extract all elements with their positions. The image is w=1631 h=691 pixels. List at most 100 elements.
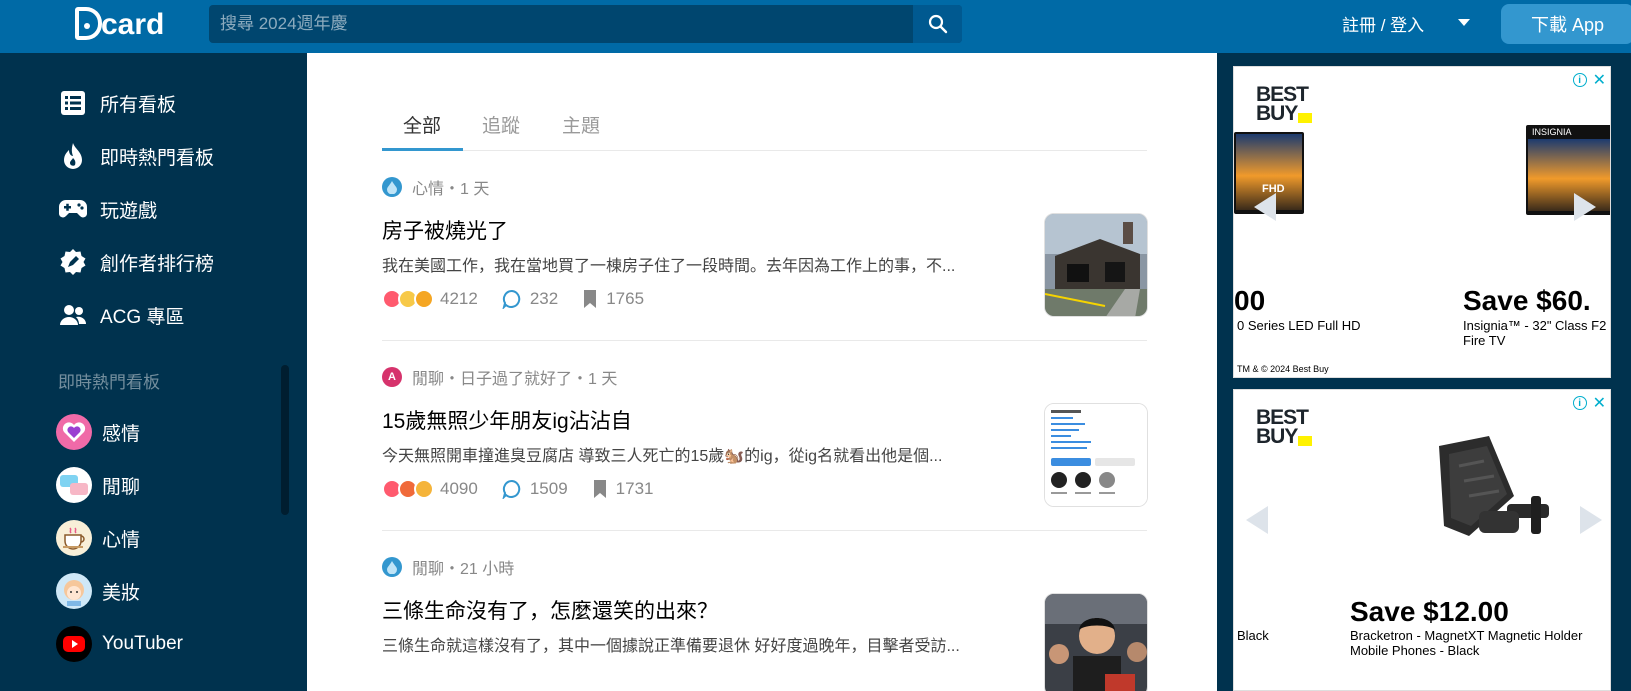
coffee-forum-icon	[56, 520, 92, 556]
save-count-value: 1765	[606, 289, 645, 308]
ad-desc-right-line2: Fire TV	[1463, 333, 1506, 348]
sidebar-item-label: 即時熱門看板	[100, 147, 215, 169]
ad-footer: TM & © 2024 Best Buy	[1237, 364, 1329, 374]
wow-reaction-icon	[414, 289, 434, 309]
post-title[interactable]: 三條生命沒有了，怎麼還笑的出來？	[382, 595, 718, 625]
comment-count-value: 232	[529, 289, 559, 308]
save-count[interactable]: 1765	[582, 289, 644, 309]
price-tag-icon	[1298, 113, 1313, 123]
post-thumbnail[interactable]	[1044, 593, 1148, 691]
girl-forum-icon	[56, 573, 92, 609]
ad-banner-tv[interactable]: BEST BUY i ✕ FHD INSIGNIA 00 0 Series LE…	[1233, 66, 1611, 378]
carousel-next-arrow[interactable]	[1574, 193, 1596, 221]
ad-info-icon[interactable]: i	[1572, 73, 1587, 87]
post-meta: 閒聊・21 小時	[382, 555, 514, 579]
flame-icon	[58, 141, 88, 171]
ad-controls: i ✕	[1572, 70, 1606, 90]
comment-icon	[502, 289, 521, 309]
download-app-button[interactable]: 下載 App	[1501, 4, 1631, 44]
ad-price-right: Save $60.	[1463, 285, 1591, 316]
sidebar-item-all-boards[interactable]: 所有看板	[58, 85, 176, 121]
post-meta: 心情・1 天	[382, 175, 489, 199]
sidebar-item-label: 玩遊戲	[100, 200, 158, 222]
search-icon	[928, 14, 947, 34]
brand-line2: BUY	[1256, 425, 1298, 448]
reaction-icons	[382, 289, 434, 309]
post-thumbnail[interactable]	[1044, 213, 1148, 317]
best-buy-logo: BEST BUY	[1256, 84, 1314, 125]
post-excerpt: 三條生命就這樣沒有了，其中一個據說正準備要退休 好好度過晚年，目擊者受訪...	[382, 638, 960, 655]
comment-count[interactable]: 1509	[502, 479, 568, 499]
sidebar-item-label: ACG 專區	[100, 306, 185, 328]
carousel-prev-arrow[interactable]	[1254, 193, 1276, 221]
sad-reaction-icon	[414, 479, 434, 499]
post-card[interactable]: A 閒聊・日子過了就好了・1 天 15歲無照少年朋友ig沾沾自 今天無照開車撞進…	[382, 341, 1148, 531]
drop-icon	[382, 177, 402, 197]
sidebar-forum-youtuber[interactable]: YouTuber	[56, 625, 183, 663]
sidebar-forum-makeup[interactable]: 美妝	[56, 572, 140, 610]
pen-badge-icon	[58, 247, 88, 277]
brand-line2: BUY	[1256, 102, 1298, 125]
sidebar-item-acg[interactable]: ACG 專區	[58, 297, 184, 333]
section-title-hot-boards: 即時熱門看板	[58, 373, 160, 392]
ad-price-left: 00	[1234, 285, 1266, 316]
top-bar: card 註冊 / 登入 下載 App	[0, 0, 1631, 53]
bookmark-icon	[593, 480, 606, 498]
save-count[interactable]: 1731	[592, 479, 654, 499]
sidebar-item-games[interactable]: 玩遊戲	[58, 191, 157, 227]
save-count-value: 1731	[615, 479, 654, 498]
comment-count-value: 1509	[529, 479, 568, 498]
gamepad-icon	[58, 194, 88, 224]
login-register-link[interactable]: 註冊 / 登入	[1342, 11, 1424, 36]
post-title[interactable]: 15歲無照少年朋友ig沾沾自	[382, 405, 632, 435]
sidebar-item-label: 所有看板	[100, 94, 177, 116]
bookmark-icon	[584, 290, 597, 308]
ad-banner-phone-holder[interactable]: BEST BUY i ✕ Save $12.00 Black Bracketro…	[1233, 389, 1611, 691]
reaction-count-value: 4212	[440, 289, 478, 308]
chevron-down-icon[interactable]	[1458, 19, 1470, 26]
post-card[interactable]: 心情・1 天 房子被燒光了 我在美國工作，我在當地買了一棟房子住了一段時間。去年…	[382, 151, 1148, 341]
sidebar-item-creator-ranking[interactable]: 創作者排行榜	[58, 244, 214, 280]
post-card[interactable]: 閒聊・21 小時 三條生命沒有了，怎麼還笑的出來？ 三條生命就這樣沒有了，其中一…	[382, 531, 1148, 691]
sidebar-forum-label: 閒聊	[102, 476, 141, 498]
post-title[interactable]: 房子被燒光了	[382, 215, 508, 245]
search-button[interactable]	[913, 5, 962, 43]
tv-image-right: INSIGNIA	[1526, 125, 1610, 215]
price-tag-icon	[1298, 436, 1313, 446]
dcard-logo[interactable]: card	[75, 4, 171, 44]
reaction-count: 4212	[440, 289, 478, 309]
post-meta-text: 閒聊・日子過了就好了・1 天	[412, 371, 618, 388]
ad-desc-left: Black	[1237, 628, 1269, 643]
carousel-next-arrow[interactable]	[1580, 506, 1602, 534]
sidebar-forum-chat[interactable]: 閒聊	[56, 466, 140, 504]
post-meta-text: 心情・1 天	[412, 181, 490, 198]
carousel-prev-arrow[interactable]	[1246, 506, 1268, 534]
ad-desc-left: 0 Series LED Full HD	[1237, 318, 1361, 333]
best-buy-logo: BEST BUY	[1256, 407, 1314, 448]
sidebar-scrollbar[interactable]	[281, 365, 289, 515]
search-bar	[209, 5, 962, 43]
post-meta-text: 閒聊・21 小時	[412, 561, 515, 578]
sidebar-forum-mood[interactable]: 心情	[56, 519, 140, 557]
ad-info-icon[interactable]: i	[1572, 396, 1587, 410]
reaction-count: 4090	[440, 479, 478, 499]
tv-right-label: INSIGNIA	[1532, 127, 1572, 137]
ad-desc-line2: Mobile Phones - Black	[1350, 643, 1480, 658]
post-meta: A 閒聊・日子過了就好了・1 天	[382, 365, 617, 389]
post-excerpt: 今天無照開車撞進臭豆腐店 導致三人死亡的15歲🐿️的ig，從ig名就看出他是個.…	[382, 448, 943, 465]
sidebar-item-hot-boards[interactable]: 即時熱門看板	[58, 138, 214, 174]
post-excerpt: 我在美國工作，我在當地買了一棟房子住了一段時間。去年因為工作上的事，不...	[382, 258, 956, 275]
ad-desc-line1: Bracketron - MagnetXT Magnetic Holder	[1350, 628, 1583, 643]
ad-close-icon[interactable]: ✕	[1593, 393, 1606, 413]
post-stats: 4212 232 1765	[382, 289, 668, 309]
sidebar-forum-label: YouTuber	[102, 633, 183, 654]
logo-text: card	[101, 8, 165, 41]
comment-count[interactable]: 232	[502, 289, 558, 309]
search-input[interactable]	[209, 5, 913, 43]
ad-close-icon[interactable]: ✕	[1593, 70, 1606, 90]
sidebar-forum-relationship[interactable]: 感情	[56, 413, 140, 451]
comment-icon	[502, 479, 521, 499]
reaction-icons	[382, 479, 434, 499]
post-thumbnail[interactable]	[1044, 403, 1148, 507]
phone-holder-image	[1419, 426, 1569, 556]
